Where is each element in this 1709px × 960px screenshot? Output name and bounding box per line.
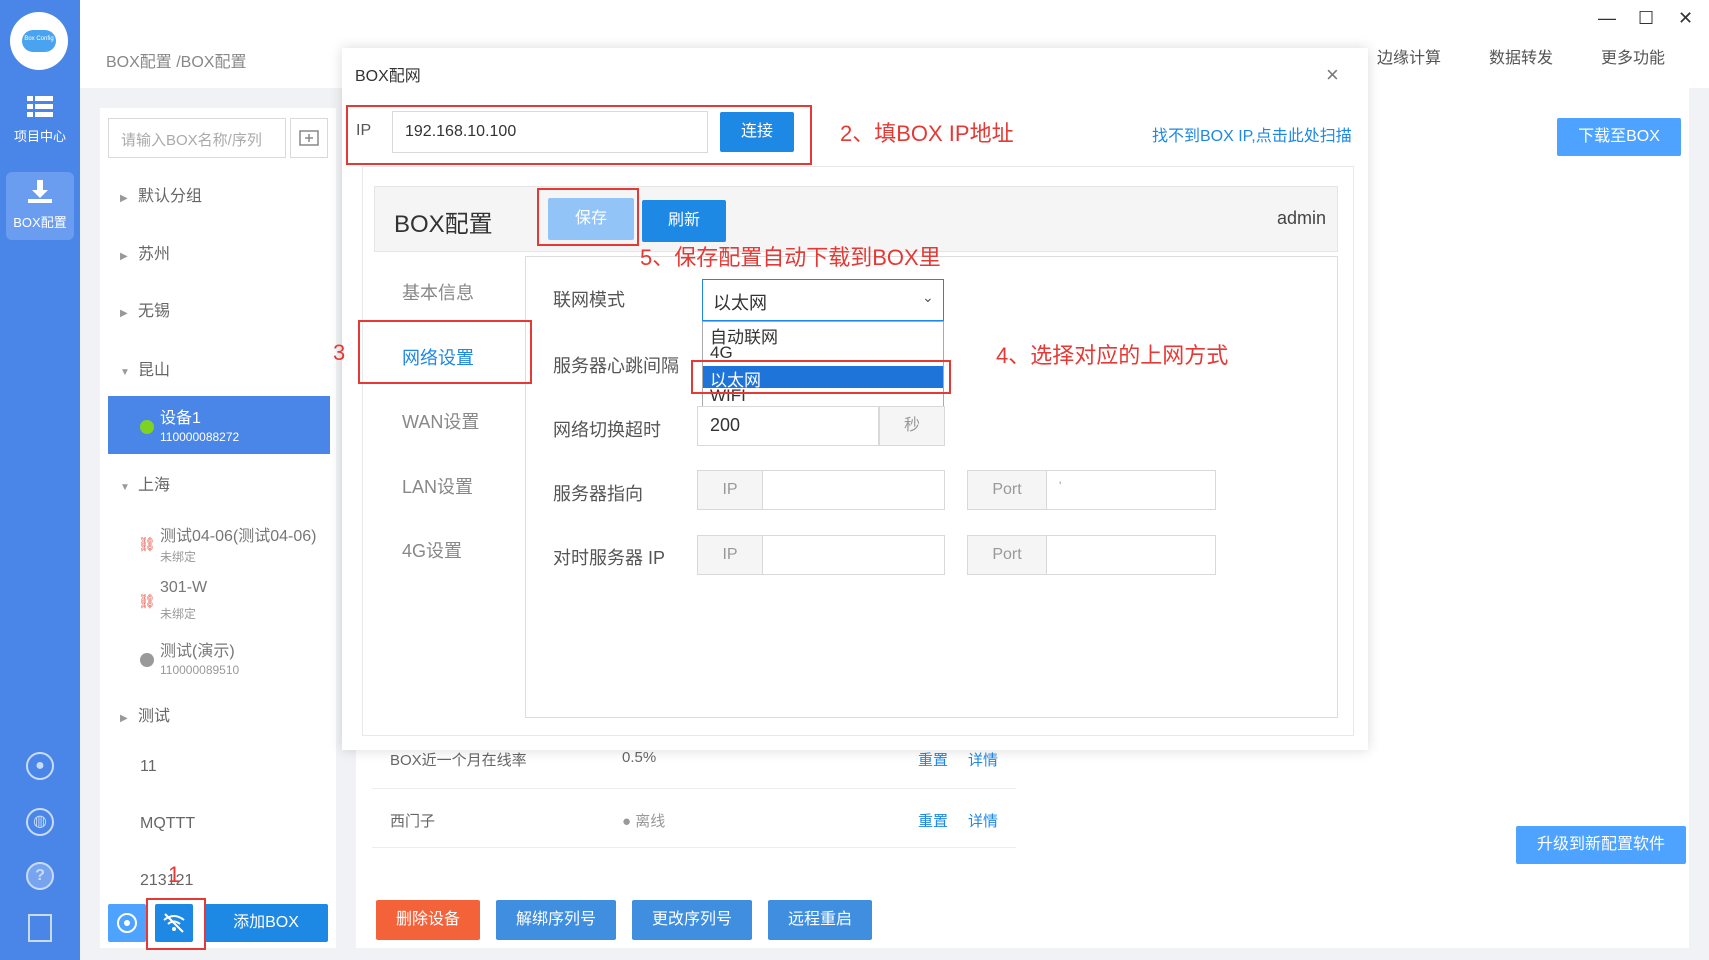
annotation-box-1 [146,898,206,950]
annotation-4: 4、选择对应的上网方式 [996,343,1229,368]
rail-item-project-center[interactable]: 项目中心 [6,96,74,152]
download-to-box-button[interactable]: 下载至BOX [1557,118,1681,156]
tree-item-11[interactable]: 11 [140,758,157,776]
nav-more-functions[interactable]: 更多功能 [1601,44,1665,68]
table-row: 西门子 ● 离线 重置 详情 [372,790,1016,848]
current-user: admin [1277,208,1327,228]
breadcrumb: BOX配置 /BOX配置 [106,54,247,71]
annotation-box-3 [358,320,532,384]
add-box-button[interactable]: 添加BOX [204,904,328,942]
tree-group-suzhou[interactable]: ▶ 苏州 [120,240,170,264]
unlink-icon: ⛓ [138,593,156,609]
annotation-1: 1 [168,862,181,887]
time-server-port-prefix: Port [967,535,1047,575]
maximize-button[interactable]: ☐ [1638,8,1654,29]
time-server-label: 对时服务器 IP [553,548,666,568]
reset-link[interactable]: 重置 [918,810,948,831]
rail-item-box-config[interactable]: BOX配置 [6,172,74,240]
network-mode-label: 联网模式 [553,290,625,310]
app-logo: Box Config [10,12,68,70]
tree-group-kunshan[interactable]: ▼ 昆山 [120,356,170,380]
rail-label: BOX配置 [13,215,67,230]
timeout-unit: 秒 [879,406,945,446]
tree-group-shanghai[interactable]: ▼ 上海 [120,471,170,495]
annotation-5: 5、保存配置自动下载到BOX里 [640,245,941,270]
annotation-3: 3 [333,340,346,365]
settings-button[interactable] [108,904,146,942]
remote-restart-button[interactable]: 远程重启 [768,900,872,940]
left-rail: Box Config 项目中心 BOX配置 ● ◍ ? [0,0,80,960]
time-server-ip-prefix: IP [697,535,763,575]
server-ip-input[interactable] [762,470,945,510]
switch-timeout-label: 网络切换超时 [553,420,661,440]
tree-group-test[interactable]: ▶ 测试 [120,702,170,726]
annotation-box-2 [346,105,812,165]
server-port-input[interactable]: ' [1046,470,1216,510]
offline-status-icon [140,653,154,667]
nav-edge-computing[interactable]: 边缘计算 [1377,44,1441,68]
server-port-prefix: Port [967,470,1047,510]
tab-lan-settings[interactable]: LAN设置 [402,473,473,499]
network-mode-select[interactable]: 以太网 [702,279,944,321]
time-server-ip-input[interactable] [762,535,945,575]
minimize-button[interactable]: — [1598,8,1616,29]
tree-item-213121[interactable]: 213121 [140,872,193,890]
switch-timeout-input[interactable]: 200 [697,406,879,446]
scan-box-ip-link[interactable]: 找不到BOX IP,点击此处扫描 [1152,122,1352,146]
device-item-test0406[interactable]: ⛓ 测试04-06(测试04-06) 未绑定 [108,514,330,572]
help-glyph: ? [35,867,45,884]
folder-add-icon [299,130,319,146]
globe-icon[interactable]: ◍ [26,808,54,836]
exit-icon[interactable] [28,914,52,942]
list-icon [27,96,53,117]
download-icon [28,180,52,203]
device-item-demo[interactable]: 测试(演示) 110000089510 [108,629,330,687]
tab-4g-settings[interactable]: 4G设置 [402,537,462,563]
refresh-button[interactable]: 刷新 [642,200,726,242]
rail-label: 项目中心 [13,129,66,144]
detail-link[interactable]: 详情 [968,749,998,770]
tree-group-default[interactable]: ▶ 默认分组 [120,182,202,206]
annotation-box-4 [691,360,951,394]
detail-link[interactable]: 详情 [968,810,998,831]
heartbeat-interval-label: 服务器心跳间隔 [553,356,679,376]
nav-data-forward[interactable]: 数据转发 [1489,44,1553,68]
change-serial-button[interactable]: 更改序列号 [632,900,752,940]
config-title: BOX配置 [394,211,493,238]
tab-basic-info[interactable]: 基本信息 [402,279,474,305]
device-item-1[interactable]: 设备1 110000088272 [108,396,330,454]
server-direction-label: 服务器指向 [553,484,643,504]
help-icon[interactable]: ? [26,862,54,890]
unlink-icon: ⛓ [138,536,156,552]
box-search-input[interactable]: 请输入BOX名称/序列 [108,118,286,158]
dialog-title: BOX配网 [355,68,421,85]
chevron-down-icon: ⌄ [922,289,934,305]
close-window-button[interactable]: ✕ [1678,8,1693,29]
annotation-box-5 [537,188,639,246]
gear-icon [117,913,137,933]
online-status-icon [140,420,154,434]
upgrade-config-button[interactable]: 升级到新配置软件 [1516,826,1686,864]
device-item-301w[interactable]: ⛓ 301-W 未绑定 [108,571,330,629]
tree-group-wuxi[interactable]: ▶ 无锡 [120,297,170,321]
user-icon[interactable]: ● [26,752,54,780]
server-ip-prefix: IP [697,470,763,510]
reset-link[interactable]: 重置 [918,749,948,770]
tab-wan-settings[interactable]: WAN设置 [402,408,479,434]
delete-device-button[interactable]: 删除设备 [376,900,480,940]
annotation-2: 2、填BOX IP地址 [840,121,1014,146]
logo-text: Box Config [24,36,54,42]
unbind-serial-button[interactable]: 解绑序列号 [496,900,616,940]
tree-item-mqttt[interactable]: MQTTT [140,815,195,833]
time-server-port-input[interactable] [1046,535,1216,575]
dialog-close-icon[interactable]: × [1326,62,1339,88]
add-group-button[interactable] [290,118,328,158]
